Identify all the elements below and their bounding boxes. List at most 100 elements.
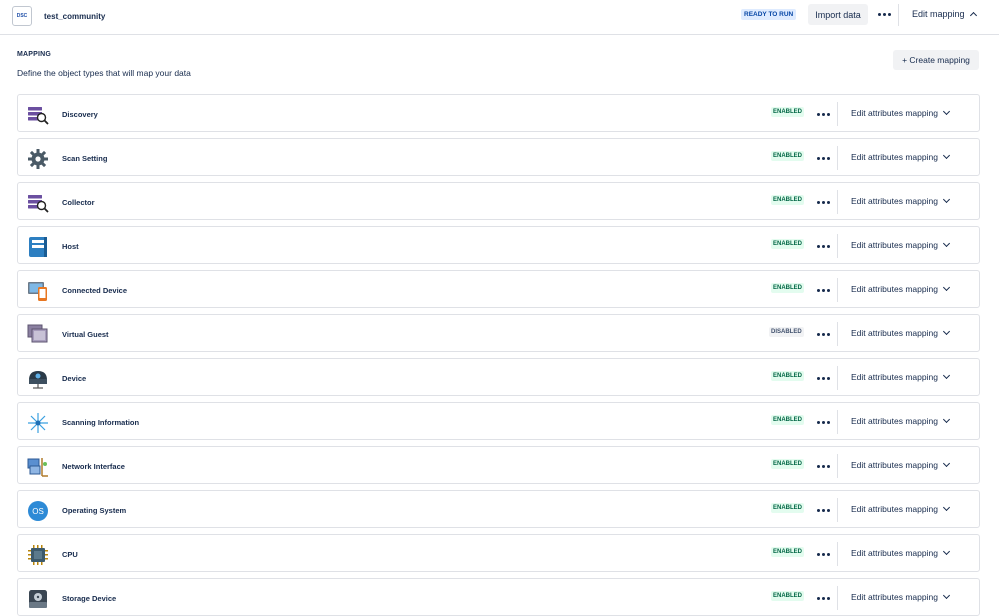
top-bar: DSC test_community READY TO RUN Import d… bbox=[0, 0, 999, 35]
divider bbox=[837, 542, 838, 566]
cpu-icon bbox=[27, 544, 49, 566]
status-badge: ENABLED bbox=[771, 151, 805, 161]
status-badge: ENABLED bbox=[771, 283, 805, 293]
gear-icon bbox=[27, 148, 49, 170]
divider bbox=[837, 278, 838, 302]
row-label: Network Interface bbox=[62, 462, 125, 471]
more-options-icon[interactable] bbox=[813, 107, 833, 121]
more-options-icon[interactable] bbox=[874, 7, 894, 21]
scanning-icon bbox=[27, 412, 49, 434]
more-options-icon[interactable] bbox=[813, 283, 833, 297]
host-icon bbox=[27, 236, 49, 258]
status-badge: DISABLED bbox=[769, 327, 804, 337]
row-label: Discovery bbox=[62, 110, 98, 119]
chevron-up-icon bbox=[969, 11, 977, 20]
divider bbox=[837, 410, 838, 434]
chevron-down-icon bbox=[942, 107, 950, 116]
virtual-guest-icon bbox=[27, 324, 49, 346]
create-mapping-button[interactable]: + Create mapping bbox=[893, 50, 979, 70]
edit-attributes-mapping-button[interactable]: Edit attributes mapping bbox=[851, 459, 950, 470]
device-icon bbox=[27, 368, 49, 390]
more-options-icon[interactable] bbox=[813, 591, 833, 605]
edit-attributes-mapping-button[interactable]: Edit attributes mapping bbox=[851, 503, 950, 514]
chevron-down-icon bbox=[942, 591, 950, 600]
edit-attributes-mapping-button[interactable]: Edit attributes mapping bbox=[851, 107, 950, 118]
chevron-down-icon bbox=[942, 151, 950, 160]
connected-device-icon bbox=[27, 280, 49, 302]
edit-attributes-label: Edit attributes mapping bbox=[851, 460, 938, 470]
edit-attributes-label: Edit attributes mapping bbox=[851, 416, 938, 426]
more-options-icon[interactable] bbox=[813, 151, 833, 165]
import-data-button[interactable]: Import data bbox=[808, 4, 868, 25]
chevron-down-icon bbox=[942, 503, 950, 512]
divider bbox=[837, 454, 838, 478]
divider bbox=[837, 234, 838, 258]
chevron-down-icon bbox=[942, 283, 950, 292]
edit-attributes-label: Edit attributes mapping bbox=[851, 240, 938, 250]
more-options-icon[interactable] bbox=[813, 415, 833, 429]
more-options-icon[interactable] bbox=[813, 547, 833, 561]
chevron-down-icon bbox=[942, 459, 950, 468]
mapping-row: Collector ENABLED Edit attributes mapping bbox=[17, 182, 980, 220]
status-badge: ENABLED bbox=[771, 503, 805, 513]
edit-attributes-label: Edit attributes mapping bbox=[851, 592, 938, 602]
more-options-icon[interactable] bbox=[813, 371, 833, 385]
chevron-down-icon bbox=[942, 327, 950, 336]
divider bbox=[837, 586, 838, 610]
edit-attributes-mapping-button[interactable]: Edit attributes mapping bbox=[851, 415, 950, 426]
more-options-icon[interactable] bbox=[813, 459, 833, 473]
edit-attributes-label: Edit attributes mapping bbox=[851, 152, 938, 162]
mapping-row: Discovery ENABLED Edit attributes mapping bbox=[17, 94, 980, 132]
chevron-down-icon bbox=[942, 239, 950, 248]
edit-attributes-label: Edit attributes mapping bbox=[851, 284, 938, 294]
edit-attributes-label: Edit attributes mapping bbox=[851, 328, 938, 338]
more-options-icon[interactable] bbox=[813, 503, 833, 517]
divider bbox=[837, 102, 838, 126]
network-interface-icon bbox=[27, 456, 49, 478]
dsc-app-icon: DSC bbox=[12, 6, 32, 26]
edit-attributes-label: Edit attributes mapping bbox=[851, 504, 938, 514]
status-badge: ENABLED bbox=[771, 415, 805, 425]
more-options-icon[interactable] bbox=[813, 195, 833, 209]
row-label: Scanning Information bbox=[62, 418, 140, 427]
status-badge: ENABLED bbox=[771, 591, 805, 601]
row-label: CPU bbox=[62, 550, 78, 559]
chevron-down-icon bbox=[942, 371, 950, 380]
row-label: Host bbox=[62, 242, 79, 251]
mapping-row: OS Operating System ENABLED Edit attributes… bbox=[17, 490, 980, 528]
status-badge: ENABLED bbox=[771, 459, 805, 469]
edit-attributes-mapping-button[interactable]: Edit attributes mapping bbox=[851, 283, 950, 294]
edit-attributes-label: Edit attributes mapping bbox=[851, 372, 938, 382]
edit-attributes-mapping-button[interactable]: Edit attributes mapping bbox=[851, 591, 950, 602]
edit-attributes-mapping-button[interactable]: Edit attributes mapping bbox=[851, 195, 950, 206]
mapping-row: Virtual Guest DISABLED Edit attributes map… bbox=[17, 314, 980, 352]
row-label: Collector bbox=[62, 198, 95, 207]
edit-attributes-mapping-button[interactable]: Edit attributes mapping bbox=[851, 547, 950, 558]
collector-icon bbox=[27, 192, 49, 214]
edit-attributes-mapping-button[interactable]: Edit attributes mapping bbox=[851, 327, 950, 338]
row-label: Operating System bbox=[62, 506, 127, 515]
chevron-down-icon bbox=[942, 195, 950, 204]
edit-attributes-mapping-button[interactable]: Edit attributes mapping bbox=[851, 371, 950, 382]
edit-attributes-mapping-button[interactable]: Edit attributes mapping bbox=[851, 151, 950, 162]
mapping-row: CPU ENABLED Edit attributes mapping bbox=[17, 534, 980, 572]
mapping-row: Connected Device ENABLED Edit attributes m… bbox=[17, 270, 980, 308]
os-icon: OS bbox=[27, 500, 49, 522]
section-description: Define the object types that will map yo… bbox=[17, 68, 191, 78]
edit-attributes-label: Edit attributes mapping bbox=[851, 548, 938, 558]
divider bbox=[837, 146, 838, 170]
more-options-icon[interactable] bbox=[813, 327, 833, 341]
status-badge: ENABLED bbox=[771, 547, 805, 557]
more-options-icon[interactable] bbox=[813, 239, 833, 253]
mapping-row: Scan Setting ENABLED Edit attributes mappi… bbox=[17, 138, 980, 176]
row-label: Scan Setting bbox=[62, 154, 108, 163]
section-title: MAPPING bbox=[17, 51, 52, 58]
divider bbox=[837, 366, 838, 390]
edit-attributes-mapping-button[interactable]: Edit attributes mapping bbox=[851, 239, 950, 250]
edit-mapping-button[interactable]: Edit mapping bbox=[912, 9, 977, 20]
status-badge: ENABLED bbox=[771, 239, 805, 249]
edit-mapping-label: Edit mapping bbox=[912, 9, 965, 19]
status-badge: ENABLED bbox=[771, 107, 805, 117]
status-badge: READY TO RUN bbox=[741, 9, 797, 20]
mapping-row: Device ENABLED Edit attributes mapping bbox=[17, 358, 980, 396]
